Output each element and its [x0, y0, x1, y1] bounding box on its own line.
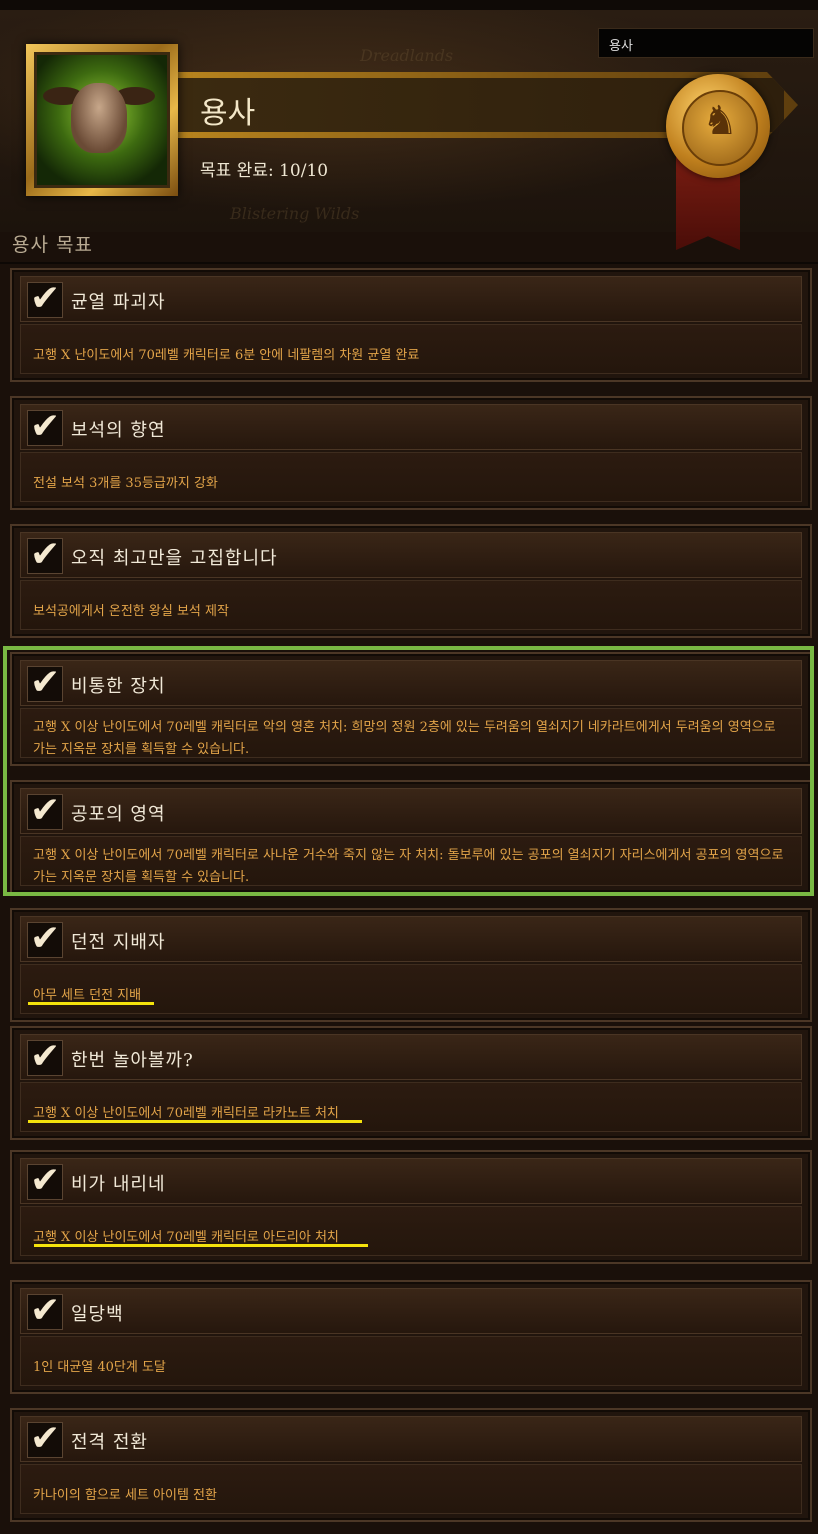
goal-description: 카나이의 함으로 세트 아이템 전환	[33, 1488, 217, 1503]
goal-name: 한번 놀아볼까?	[71, 1050, 194, 1071]
search-input[interactable]: 용사	[598, 28, 814, 58]
checkmark-icon: ✔	[27, 406, 63, 447]
demon-skull-icon	[71, 83, 127, 153]
goal-name: 비가 내리네	[71, 1174, 166, 1195]
checkmark-icon: ✔	[27, 278, 63, 319]
goal-description: 전설 보석 3개를 35등급까지 강화	[33, 476, 218, 491]
map-label: Dreadlands	[360, 46, 454, 65]
goal-name: 오직 최고만을 고집합니다	[71, 548, 278, 569]
goal-name: 일당백	[71, 1304, 124, 1325]
checkmark-icon: ✔	[27, 534, 63, 575]
checkmark-icon: ✔	[27, 1418, 63, 1459]
goal-name: 보석의 향연	[71, 420, 166, 441]
goal-card: ✔ 일당백 1인 대균열 40단계 도달	[10, 1280, 812, 1394]
goal-description: 보석공에게서 온전한 왕실 보석 제작	[33, 604, 229, 619]
goal-description: 1인 대균열 40단계 도달	[33, 1360, 166, 1375]
goal-card: ✔ 균열 파괴자 고행 X 난이도에서 70레벨 캐릭터로 6분 안에 네팔렘의…	[10, 268, 812, 382]
checkmark-icon: ✔	[27, 918, 63, 959]
highlight-underline	[34, 1244, 368, 1247]
highlight-box	[3, 646, 814, 896]
page-title: 용사	[200, 96, 256, 131]
goal-name: 전격 전환	[71, 1432, 148, 1453]
map-label: Blistering Wilds	[230, 204, 360, 223]
checkmark-icon: ✔	[27, 1290, 63, 1331]
wolf-medal-icon: ♞	[666, 74, 770, 178]
section-title: 용사 목표	[12, 234, 93, 256]
goal-card: ✔ 전격 전환 카나이의 함으로 세트 아이템 전환	[10, 1408, 812, 1522]
goal-card: ✔ 보석의 향연 전설 보석 3개를 35등급까지 강화	[10, 396, 812, 510]
highlight-underline	[28, 1002, 154, 1005]
checkmark-icon: ✔	[27, 1160, 63, 1201]
goal-description: 고행 X 난이도에서 70레벨 캐릭터로 6분 안에 네팔렘의 차원 균열 완료	[33, 348, 420, 363]
goal-name: 균열 파괴자	[71, 292, 166, 313]
checkmark-icon: ✔	[27, 1036, 63, 1077]
goal-name: 던전 지배자	[71, 932, 166, 953]
highlight-underline	[28, 1120, 362, 1123]
achievement-portrait-icon	[26, 44, 178, 196]
progress-label: 목표 완료: 10/10	[200, 161, 329, 181]
divider	[0, 262, 818, 264]
goal-card: ✔ 오직 최고만을 고집합니다 보석공에게서 온전한 왕실 보석 제작	[10, 524, 812, 638]
